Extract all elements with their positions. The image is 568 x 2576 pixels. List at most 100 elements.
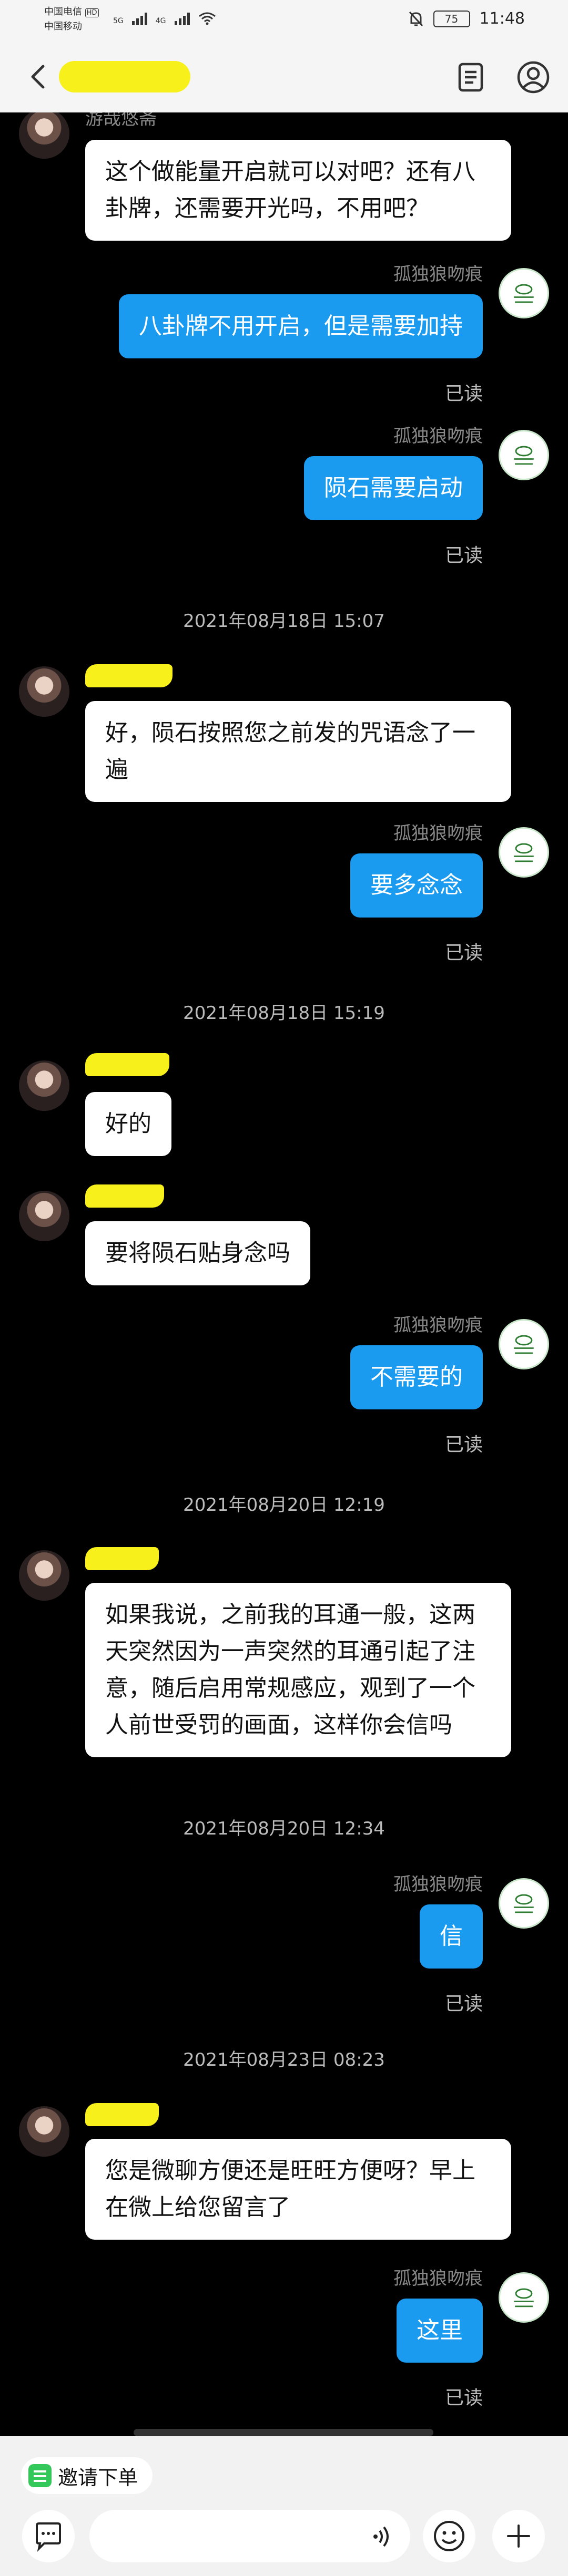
seal-logo-icon xyxy=(514,2288,534,2307)
message-bubble[interactable]: 如果我说，之前我的耳通一般，这两天突然因为一声突然的耳通引起了注意，随后启用常规… xyxy=(85,1583,511,1757)
network-type-2: 4G xyxy=(155,17,166,25)
message-outgoing: 孤独狼吻痕 信 已读 xyxy=(0,1874,568,2020)
message-outgoing: 孤独狼吻痕 陨石需要启动 已读 xyxy=(0,426,568,572)
clock: 11:48 xyxy=(479,9,525,28)
avatar[interactable] xyxy=(499,1878,549,1929)
contact-name-redacted xyxy=(59,61,190,92)
message-bubble[interactable]: 陨石需要启动 xyxy=(304,456,483,520)
timestamp: 2021年08月18日 15:19 xyxy=(183,1003,385,1024)
avatar[interactable] xyxy=(19,1550,69,1601)
seal-logo-icon xyxy=(514,284,534,303)
status-right: 75 11:48 xyxy=(408,9,525,28)
smiley-icon xyxy=(434,2521,464,2551)
sender-nickname-redacted xyxy=(85,1547,159,1570)
sender-nickname: 孤独狼吻痕 xyxy=(393,823,483,844)
seal-logo-icon xyxy=(514,446,534,465)
message-bubble[interactable]: 好的 xyxy=(85,1092,171,1156)
read-status: 已读 xyxy=(444,942,483,964)
read-status: 已读 xyxy=(444,2387,483,2409)
avatar[interactable] xyxy=(499,430,549,480)
avatar[interactable] xyxy=(19,2106,69,2157)
mute-bell-icon xyxy=(409,11,423,26)
battery-icon: 75 xyxy=(433,10,470,27)
chat-message-list[interactable]: 游哉悠斋 这个做能量开启就可以对吧？还有八卦牌，还需要开光吗，不用吧？ 孤独狼吻… xyxy=(0,112,568,2428)
sender-nickname: 孤独狼吻痕 xyxy=(393,426,483,447)
read-status: 已读 xyxy=(444,1993,483,2015)
signal-indicators: 5G 4G xyxy=(113,12,216,25)
sender-nickname-redacted xyxy=(85,1053,169,1076)
message-bubble[interactable]: 要多念念 xyxy=(350,853,483,918)
message-incoming: 好，陨石按照您之前发的咒语念了一遍 xyxy=(0,664,568,802)
input-bar xyxy=(0,2508,568,2576)
avatar[interactable] xyxy=(499,1319,549,1369)
message-outgoing: 孤独狼吻痕 不需要的 已读 xyxy=(0,1315,568,1461)
timestamp: 2021年08月20日 12:19 xyxy=(183,1495,385,1516)
wifi-icon xyxy=(198,12,216,25)
sender-nickname-redacted xyxy=(85,1184,164,1208)
scroll-indicator[interactable] xyxy=(134,2429,433,2436)
back-icon[interactable] xyxy=(25,63,53,90)
message-outgoing: 孤独狼吻痕 要多念念 已读 xyxy=(0,823,568,969)
invite-order-label: 邀请下单 xyxy=(58,2466,138,2489)
emoji-button[interactable] xyxy=(423,2510,475,2562)
read-status: 已读 xyxy=(444,545,483,566)
sender-nickname: 游哉悠斋 xyxy=(85,112,157,129)
signal-icon xyxy=(131,13,147,25)
message-bubble[interactable]: 八卦牌不用开启，但是需要加持 xyxy=(119,294,483,358)
voice-icon[interactable] xyxy=(370,2523,397,2550)
timestamp: 2021年08月23日 08:23 xyxy=(183,2049,385,2070)
message-bubble[interactable]: 这个做能量开启就可以对吧？还有八卦牌，还需要开光吗，不用吧？ xyxy=(85,140,511,241)
avatar[interactable] xyxy=(19,666,69,717)
carrier-1: 中国电信 xyxy=(44,6,82,17)
message-bubble[interactable]: 好，陨石按照您之前发的咒语念了一遍 xyxy=(85,701,511,802)
avatar[interactable] xyxy=(499,827,549,878)
seal-logo-icon xyxy=(514,843,534,862)
message-incoming: 您是微聊方便还是旺旺方便呀？早上在微上给您留言了 xyxy=(0,2103,568,2240)
sender-nickname-redacted xyxy=(85,664,173,687)
message-bubble[interactable]: 要将陨石贴身念吗 xyxy=(85,1221,310,1285)
more-options-button[interactable] xyxy=(492,2510,545,2562)
signal-icon xyxy=(174,13,190,25)
quick-reply-button[interactable] xyxy=(22,2510,75,2562)
sender-nickname: 孤独狼吻痕 xyxy=(393,1874,483,1895)
message-outgoing: 孤独狼吻痕 这里 已读 xyxy=(0,2268,568,2414)
profile-icon[interactable] xyxy=(515,59,552,96)
carrier-2: 中国移动 xyxy=(44,21,82,32)
carrier-info: 中国电信 HD 中国移动 xyxy=(44,5,99,34)
message-input[interactable] xyxy=(89,2510,410,2562)
message-incoming: 好的 xyxy=(0,1053,568,1169)
read-status: 已读 xyxy=(444,383,483,405)
message-outgoing: 孤独狼吻痕 八卦牌不用开启，但是需要加持 已读 xyxy=(0,264,568,410)
sender-nickname-redacted xyxy=(85,2103,159,2126)
message-bubble[interactable]: 您是微聊方便还是旺旺方便呀？早上在微上给您留言了 xyxy=(85,2139,511,2240)
status-bar: 中国电信 HD 中国移动 5G 4G 75 11:48 xyxy=(0,0,568,42)
chat-header xyxy=(0,42,568,112)
avatar[interactable] xyxy=(499,268,549,318)
bottom-toolbar: 邀请下单 xyxy=(0,2436,568,2576)
order-icon xyxy=(28,2464,52,2487)
message-incoming: 如果我说，之前我的耳通一般，这两天突然因为一声突然的耳通引起了注意，随后启用常规… xyxy=(0,1547,568,1789)
avatar[interactable] xyxy=(19,112,69,159)
invite-order-button[interactable]: 邀请下单 xyxy=(21,2457,153,2494)
message-bubble[interactable]: 信 xyxy=(420,1904,483,1969)
sender-nickname: 孤独狼吻痕 xyxy=(393,264,483,285)
seal-logo-icon xyxy=(514,1335,534,1354)
chat-bubble-icon xyxy=(36,2522,61,2552)
message-bubble[interactable]: 不需要的 xyxy=(350,1345,483,1409)
message-incoming: 游哉悠斋 这个做能量开启就可以对吧？还有八卦牌，还需要开光吗，不用吧？ xyxy=(0,112,568,241)
timestamp: 2021年08月18日 15:07 xyxy=(183,611,385,632)
order-list-icon[interactable] xyxy=(452,59,489,96)
plus-icon xyxy=(507,2525,530,2548)
hd-badge: HD xyxy=(85,8,99,17)
seal-logo-icon xyxy=(514,1894,534,1913)
message-bubble[interactable]: 这里 xyxy=(397,2299,483,2363)
avatar[interactable] xyxy=(499,2272,549,2323)
sender-nickname: 孤独狼吻痕 xyxy=(393,1315,483,1336)
network-type-1: 5G xyxy=(113,17,124,25)
timestamp: 2021年08月20日 12:34 xyxy=(183,1818,385,1839)
avatar[interactable] xyxy=(19,1060,69,1111)
sender-nickname: 孤独狼吻痕 xyxy=(393,2268,483,2289)
read-status: 已读 xyxy=(444,1434,483,1456)
avatar[interactable] xyxy=(19,1191,69,1241)
message-incoming: 要将陨石贴身念吗 xyxy=(0,1184,568,1300)
